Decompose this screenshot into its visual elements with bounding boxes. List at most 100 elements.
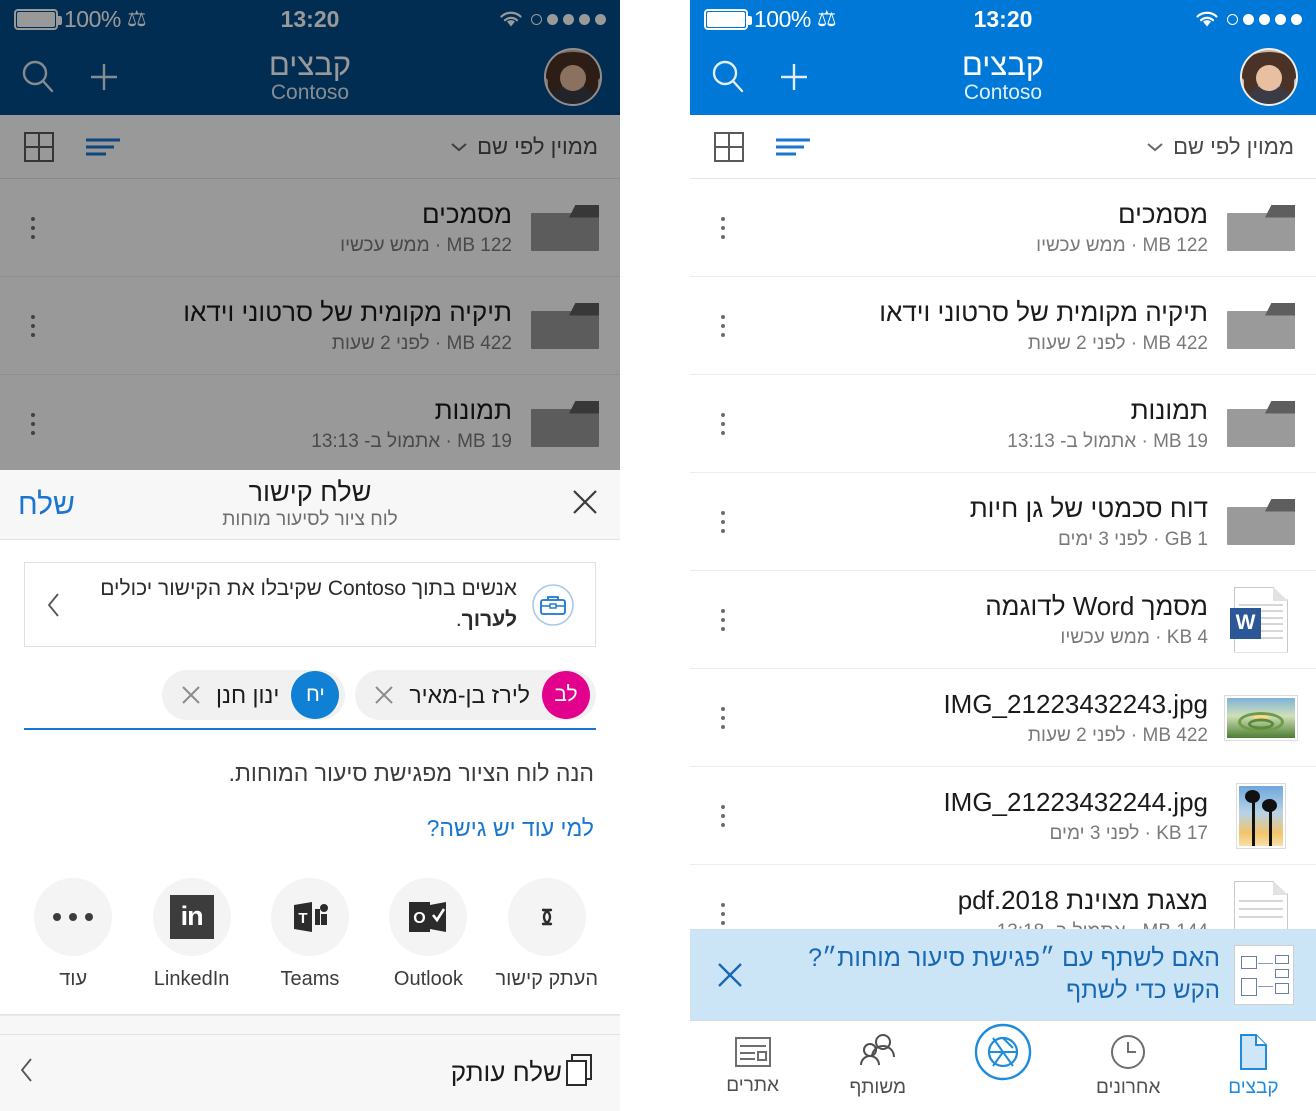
remove-recipient-button[interactable]: [371, 682, 397, 708]
sort-button[interactable]: ממוין לפי שם: [1146, 134, 1294, 160]
permission-row[interactable]: אנשים בתוך Contoso שקיבלו את הקישור יכול…: [24, 562, 596, 648]
recipient-chip[interactable]: לב לירז בן-מאיר: [355, 670, 596, 721]
row-menu-icon[interactable]: [16, 314, 50, 337]
folder-icon: [1227, 498, 1295, 545]
share-target-outlook[interactable]: O Outlook: [372, 877, 484, 992]
row-menu-icon[interactable]: [706, 608, 740, 631]
chevron-left-icon: [47, 593, 59, 617]
list-view-icon[interactable]: [84, 132, 122, 162]
file-subtitle: 122 MB · ממש עכשיו: [56, 235, 512, 257]
who-has-access-link[interactable]: למי עוד יש גישה?: [26, 815, 594, 842]
grid-view-icon[interactable]: [22, 130, 56, 164]
avatar[interactable]: [544, 47, 602, 106]
share-target-more[interactable]: עוד: [17, 877, 129, 992]
file-modified: ממש עכשיו: [340, 234, 430, 256]
row-menu-icon[interactable]: [706, 412, 740, 435]
share-target-copy-link[interactable]: העתק קישור: [491, 877, 603, 992]
battery-percent: 100%: [754, 5, 811, 32]
permission-text: אנשים בתוך Contoso שקיבלו את הקישור יכול…: [67, 574, 527, 635]
share-target-label: העתק קישור: [495, 967, 599, 990]
chevron-down-icon: [451, 142, 467, 151]
table-row[interactable]: מסמכים 122 MB · ממש עכשיו: [690, 179, 1316, 277]
file-type-icon: [1224, 396, 1298, 452]
view-toggle-group: [22, 130, 122, 164]
table-row[interactable]: תמונות 19 MB · אתמול ב- 13:13: [0, 375, 620, 473]
row-menu-icon[interactable]: [16, 412, 50, 435]
file-icon: [1240, 1034, 1268, 1070]
recipient-initials: לב: [542, 671, 590, 720]
row-menu-icon[interactable]: [706, 804, 740, 827]
table-row[interactable]: מסמך Word לדוגמה 4 KB · ממש עכשיו W: [690, 571, 1316, 669]
tab-sites[interactable]: אתרים: [690, 1021, 815, 1111]
list-view-icon[interactable]: [774, 132, 812, 162]
table-row[interactable]: דוח סכמטי של גן חיות 1 GB · לפני 3 ימים: [690, 473, 1316, 571]
file-size: 422 MB: [1142, 724, 1208, 746]
outlook-icon: O: [389, 877, 468, 956]
file-subtitle: 122 MB · ממש עכשיו: [746, 235, 1208, 257]
share-target-teams[interactable]: T Teams: [254, 877, 366, 992]
share-target-label: Teams: [280, 967, 340, 990]
file-name: תמונות: [434, 394, 512, 425]
status-bar-right: [498, 9, 606, 29]
send-copy-row[interactable]: שלח עותק: [0, 1033, 620, 1111]
folder-icon: [531, 302, 599, 349]
table-row[interactable]: תיקיה מקומית של סרטוני וידאו 422 MB · לפ…: [690, 277, 1316, 375]
search-icon[interactable]: [18, 57, 58, 97]
share-prompt-banner[interactable]: האם לשתף עם ״פגישת סיעור מוחות״? הקש כדי…: [690, 929, 1316, 1020]
message-input[interactable]: הנה לוח הציור מפגישת סיעור המוחות.: [26, 760, 594, 787]
table-row[interactable]: מסמכים 122 MB · ממש עכשיו: [0, 179, 620, 277]
remove-recipient-button[interactable]: [178, 682, 204, 708]
grid-view-icon[interactable]: [712, 130, 746, 164]
row-menu-icon[interactable]: [706, 706, 740, 729]
tab-files[interactable]: קבצים: [1191, 1021, 1316, 1111]
close-button[interactable]: [568, 485, 602, 524]
recipients-field[interactable]: לב לירז בן-מאיר יח ינון חנן: [24, 670, 596, 730]
plus-icon[interactable]: [774, 57, 814, 97]
chevron-left-icon: [20, 1058, 32, 1082]
recipient-chip[interactable]: יח ינון חנן: [162, 670, 346, 721]
wifi-icon: [500, 11, 522, 27]
folder-icon: [1227, 400, 1295, 447]
table-row[interactable]: IMG_21223432243.jpg 422 MB · לפני 2 שעות: [690, 669, 1316, 767]
table-row[interactable]: תמונות 19 MB · אתמול ב- 13:13: [690, 375, 1316, 473]
file-subtitle: 19 MB · אתמול ב- 13:13: [56, 431, 512, 453]
nav-left-icons: [18, 57, 124, 97]
share-target-linkedin[interactable]: in LinkedIn: [136, 877, 248, 992]
row-menu-icon[interactable]: [706, 314, 740, 337]
row-menu-icon[interactable]: [706, 510, 740, 533]
screenshot-stage: 100% ⚖ 13:20 קבצים Contoso ממוין לפי שם …: [0, 0, 1316, 1111]
row-meta: תיקיה מקומית של סרטוני וידאו 422 MB · לפ…: [740, 297, 1224, 355]
tab-recent[interactable]: אחרונים: [1066, 1021, 1191, 1111]
send-button[interactable]: שלח: [18, 488, 75, 522]
row-meta: מסמך Word לדוגמה 4 KB · ממש עכשיו: [740, 591, 1224, 649]
file-modified: לפני 2 שעות: [1027, 724, 1126, 746]
file-size: 4 KB: [1166, 626, 1208, 648]
file-type-icon: [1224, 494, 1298, 550]
folder-icon: [1227, 302, 1295, 349]
row-menu-icon[interactable]: [706, 216, 740, 239]
table-row[interactable]: תיקיה מקומית של סרטוני וידאו 422 MB · לפ…: [0, 277, 620, 375]
row-meta: מסמכים 122 MB · ממש עכשיו: [740, 199, 1224, 257]
photo-thumbnail: [1237, 783, 1285, 848]
file-modified: אתמול ב- 13:13: [1007, 430, 1137, 452]
tab-shared[interactable]: משותף: [815, 1021, 940, 1111]
row-meta: IMG_21223432243.jpg 422 MB · לפני 2 שעות: [740, 689, 1224, 747]
plus-icon[interactable]: [84, 57, 124, 97]
row-menu-icon[interactable]: [706, 902, 740, 925]
file-list: מסמכים 122 MB · ממש עכשיו תיקיה מקומית ש…: [0, 179, 620, 473]
sort-button[interactable]: ממוין לפי שם: [450, 134, 598, 160]
file-modified: ממש עכשיו: [1036, 234, 1126, 256]
separator: ·: [434, 234, 442, 256]
search-icon[interactable]: [708, 57, 748, 97]
file-modified: לפני 2 שעות: [1027, 332, 1126, 354]
row-menu-icon[interactable]: [16, 216, 50, 239]
table-row[interactable]: IMG_21223432244.jpg 17 KB · לפני 3 ימים: [690, 767, 1316, 865]
tab-camera[interactable]: camera: [940, 1021, 1065, 1111]
row-meta: תמונות 19 MB · אתמול ב- 13:13: [50, 395, 528, 453]
dismiss-banner-button[interactable]: [708, 957, 752, 993]
file-type-icon: [528, 298, 602, 354]
file-name: IMG_21223432244.jpg: [943, 786, 1208, 817]
row-meta: תמונות 19 MB · אתמול ב- 13:13: [740, 395, 1224, 453]
avatar[interactable]: [1240, 47, 1298, 106]
linkedin-icon: in: [152, 877, 231, 956]
